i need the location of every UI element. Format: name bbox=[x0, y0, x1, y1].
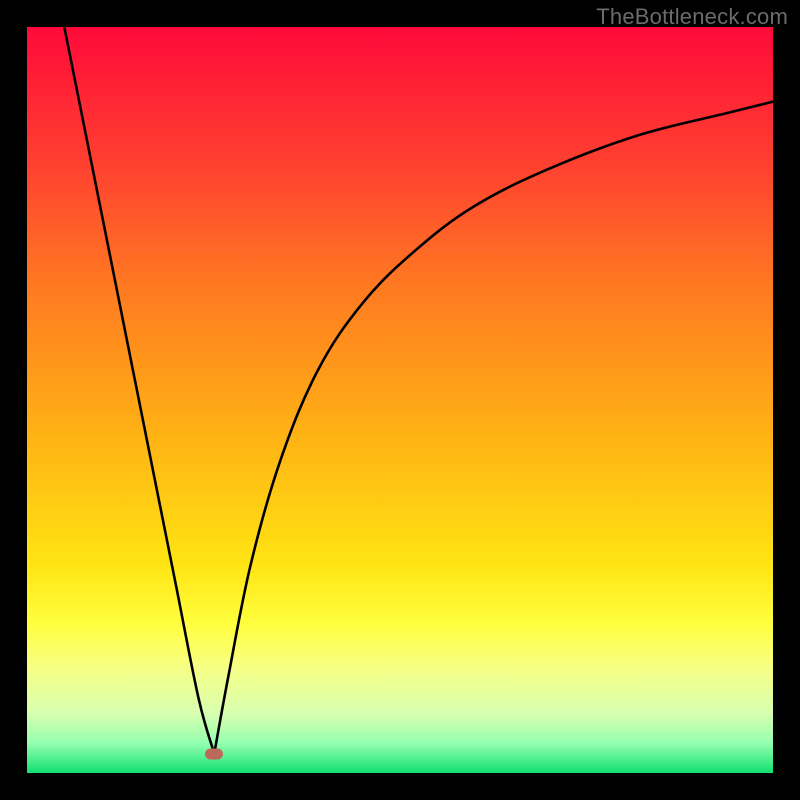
bottleneck-curve bbox=[27, 27, 773, 773]
curve-right-branch bbox=[214, 102, 773, 754]
optimum-marker bbox=[205, 748, 223, 759]
chart-frame: TheBottleneck.com bbox=[0, 0, 800, 800]
curve-left-branch bbox=[64, 27, 214, 754]
